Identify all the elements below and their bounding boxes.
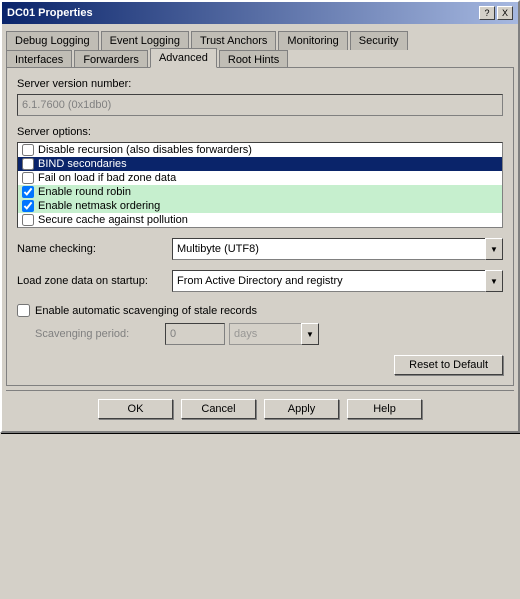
option-secure-cache-checkbox[interactable] — [22, 214, 34, 226]
tab-security[interactable]: Security — [350, 31, 408, 50]
bottom-button-bar: OK Cancel Apply Help — [6, 390, 514, 427]
scavenging-checkbox-label: Enable automatic scavenging of stale rec… — [35, 305, 257, 317]
server-options-list: Disable recursion (also disables forward… — [17, 142, 503, 228]
tab-monitoring[interactable]: Monitoring — [278, 31, 347, 50]
scavenging-period-label: Scavenging period: — [35, 328, 165, 340]
scavenging-checkbox-row: Enable automatic scavenging of stale rec… — [17, 304, 503, 317]
server-version-label: Server version number: — [17, 78, 503, 90]
reset-row: Reset to Default — [17, 355, 503, 375]
option-fail-on-load-checkbox[interactable] — [22, 172, 34, 184]
option-round-robin-label: Enable round robin — [38, 186, 131, 198]
load-zone-select-wrapper: From Active Directory and registry ▼ — [172, 270, 503, 292]
name-checking-row: Name checking: Multibyte (UTF8) ▼ — [17, 238, 503, 260]
tabs-row-2: Interfaces Forwarders Advanced Root Hint… — [6, 47, 514, 67]
option-bind-secondaries-checkbox[interactable] — [22, 158, 34, 170]
scavenging-days-wrapper: days ▼ — [229, 323, 319, 345]
scavenging-period-input — [165, 323, 225, 345]
cancel-button[interactable]: Cancel — [181, 399, 256, 419]
option-round-robin[interactable]: Enable round robin — [18, 185, 502, 199]
option-netmask-ordering-checkbox[interactable] — [22, 200, 34, 212]
server-options-label: Server options: — [17, 126, 503, 138]
scavenging-days-select: days — [229, 323, 319, 345]
tab-debug-logging[interactable]: Debug Logging — [6, 31, 99, 50]
ok-button[interactable]: OK — [98, 399, 173, 419]
apply-button[interactable]: Apply — [264, 399, 339, 419]
option-netmask-ordering-label: Enable netmask ordering — [38, 200, 160, 212]
option-disable-recursion[interactable]: Disable recursion (also disables forward… — [18, 143, 502, 157]
title-bar: DC01 Properties ? X — [2, 2, 518, 24]
load-zone-label: Load zone data on startup: — [17, 275, 172, 287]
help-title-button[interactable]: ? — [479, 6, 495, 20]
name-checking-select-wrapper: Multibyte (UTF8) ▼ — [172, 238, 503, 260]
name-checking-select[interactable]: Multibyte (UTF8) — [172, 238, 503, 260]
tabs-row-1: Debug Logging Event Logging Trust Anchor… — [6, 28, 514, 47]
option-fail-on-load[interactable]: Fail on load if bad zone data — [18, 171, 502, 185]
option-round-robin-checkbox[interactable] — [22, 186, 34, 198]
window-title: DC01 Properties — [7, 7, 93, 19]
help-button[interactable]: Help — [347, 399, 422, 419]
option-disable-recursion-checkbox[interactable] — [22, 144, 34, 156]
option-disable-recursion-label: Disable recursion (also disables forward… — [38, 144, 252, 156]
option-bind-secondaries-label: BIND secondaries — [38, 158, 127, 170]
tab-panel-advanced: Server version number: Server options: D… — [6, 67, 514, 386]
content-area: Debug Logging Event Logging Trust Anchor… — [2, 24, 518, 431]
option-secure-cache-label: Secure cache against pollution — [38, 214, 188, 226]
title-controls: ? X — [479, 6, 513, 20]
load-zone-row: Load zone data on startup: From Active D… — [17, 270, 503, 292]
scavenging-enable-checkbox[interactable] — [17, 304, 30, 317]
main-window: DC01 Properties ? X Debug Logging Event … — [0, 0, 520, 433]
option-secure-cache[interactable]: Secure cache against pollution — [18, 213, 502, 227]
server-version-input — [17, 94, 503, 116]
option-netmask-ordering[interactable]: Enable netmask ordering — [18, 199, 502, 213]
name-checking-label: Name checking: — [17, 243, 172, 255]
reset-to-default-button[interactable]: Reset to Default — [394, 355, 503, 375]
load-zone-select[interactable]: From Active Directory and registry — [172, 270, 503, 292]
tab-advanced[interactable]: Advanced — [150, 48, 217, 68]
option-fail-on-load-label: Fail on load if bad zone data — [38, 172, 176, 184]
option-bind-secondaries[interactable]: BIND secondaries — [18, 157, 502, 171]
close-title-button[interactable]: X — [497, 6, 513, 20]
scavenging-period-row: Scavenging period: days ▼ — [35, 323, 503, 345]
